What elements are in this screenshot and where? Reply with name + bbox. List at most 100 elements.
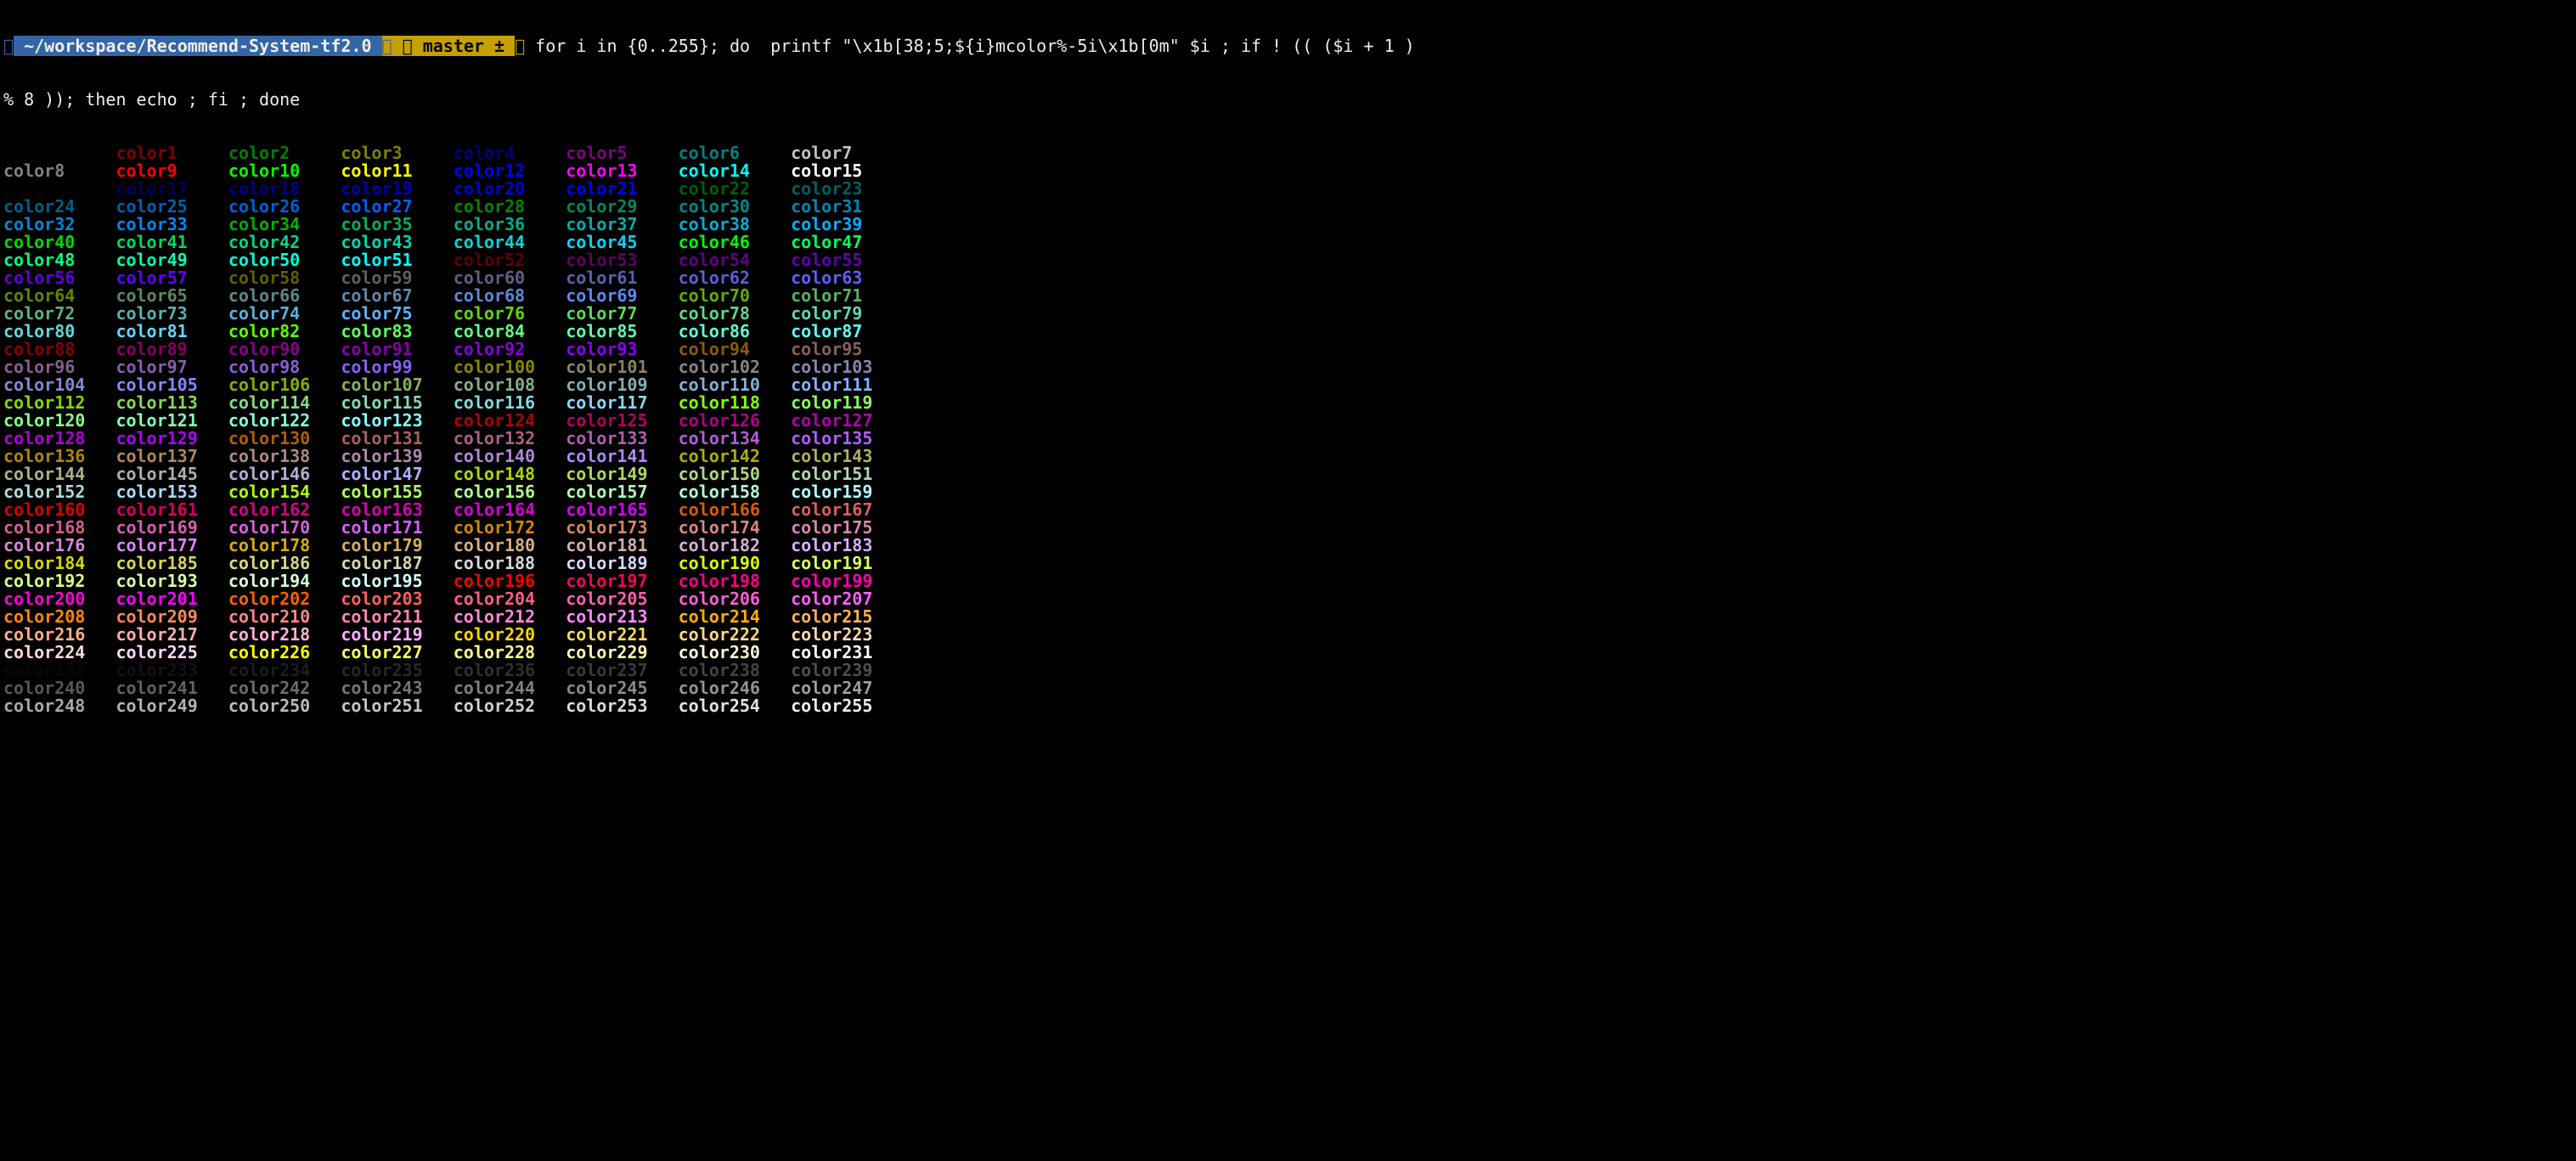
color-row: color208color209color210color211color212… — [3, 608, 2573, 626]
color-cell-183: color183 — [791, 537, 903, 555]
color-cell-170: color170 — [228, 519, 341, 537]
color-row: color128color129color130color131color132… — [3, 430, 2573, 448]
color-cell-54: color54 — [679, 251, 791, 269]
color-cell-232: color232 — [3, 662, 116, 679]
color-cell-131: color131 — [341, 430, 453, 448]
color-cell-117: color117 — [566, 394, 678, 412]
color-cell-148: color148 — [454, 465, 566, 483]
color-cell-79: color79 — [791, 305, 903, 323]
color-cell-154: color154 — [228, 483, 341, 501]
color-cell-250: color250 — [228, 697, 341, 715]
color-cell-32: color32 — [3, 216, 116, 234]
color-cell-135: color135 — [791, 430, 903, 448]
color-cell-37: color37 — [566, 216, 678, 234]
color-cell-28: color28 — [454, 198, 566, 216]
color-cell-165: color165 — [566, 501, 678, 519]
color-row: color0color1color2color3color4color5colo… — [3, 144, 2573, 162]
color-cell-13: color13 — [566, 162, 678, 180]
color-cell-229: color229 — [566, 644, 678, 662]
color-cell-53: color53 — [566, 251, 678, 269]
prompt-path: ~/workspace/Recommend-System-tf2.0 — [14, 36, 381, 56]
color-cell-152: color152 — [3, 483, 116, 501]
color-cell-137: color137 — [116, 448, 228, 465]
color-cell-108: color108 — [454, 376, 566, 394]
color-cell-1: color1 — [116, 144, 228, 162]
color-cell-243: color243 — [341, 679, 453, 697]
color-cell-208: color208 — [3, 608, 116, 626]
color-cell-56: color56 — [3, 269, 116, 287]
color-cell-47: color47 — [791, 234, 903, 251]
color-row: color104color105color106color107color108… — [3, 376, 2573, 394]
color-cell-123: color123 — [341, 412, 453, 430]
color-cell-89: color89 — [116, 341, 228, 358]
color-cell-101: color101 — [566, 358, 678, 376]
color-cell-119: color119 — [791, 394, 903, 412]
color-cell-8: color8 — [3, 162, 116, 180]
color-cell-157: color157 — [566, 483, 678, 501]
color-row: color56color57color58color59color60color… — [3, 269, 2573, 287]
color-cell-196: color196 — [454, 572, 566, 590]
color-cell-177: color177 — [116, 537, 228, 555]
color-cell-80: color80 — [3, 323, 116, 341]
color-cell-161: color161 — [116, 501, 228, 519]
color-cell-159: color159 — [791, 483, 903, 501]
color-cell-41: color41 — [116, 234, 228, 251]
color-cell-182: color182 — [679, 537, 791, 555]
color-cell-112: color112 — [3, 394, 116, 412]
color-cell-83: color83 — [341, 323, 453, 341]
color-cell-45: color45 — [566, 234, 678, 251]
color-cell-129: color129 — [116, 430, 228, 448]
color-cell-201: color201 — [116, 590, 228, 608]
color-cell-172: color172 — [454, 519, 566, 537]
color-cell-73: color73 — [116, 305, 228, 323]
color-cell-224: color224 — [3, 644, 116, 662]
color-cell-163: color163 — [341, 501, 453, 519]
color-cell-179: color179 — [341, 537, 453, 555]
color-cell-248: color248 — [3, 697, 116, 715]
color-grid: color0color1color2color3color4color5colo… — [3, 144, 2573, 715]
color-cell-190: color190 — [679, 555, 791, 572]
color-cell-175: color175 — [791, 519, 903, 537]
color-cell-203: color203 — [341, 590, 453, 608]
color-row: color112color113color114color115color116… — [3, 394, 2573, 412]
color-row: color48color49color50color51color52color… — [3, 251, 2573, 269]
color-cell-169: color169 — [116, 519, 228, 537]
color-cell-90: color90 — [228, 341, 341, 358]
color-cell-214: color214 — [679, 608, 791, 626]
color-cell-160: color160 — [3, 501, 116, 519]
color-cell-107: color107 — [341, 376, 453, 394]
color-cell-104: color104 — [3, 376, 116, 394]
color-row: color224color225color226color227color228… — [3, 644, 2573, 662]
color-cell-105: color105 — [116, 376, 228, 394]
color-cell-228: color228 — [454, 644, 566, 662]
color-cell-236: color236 — [454, 662, 566, 679]
color-cell-42: color42 — [228, 234, 341, 251]
color-cell-247: color247 — [791, 679, 903, 697]
color-cell-225: color225 — [116, 644, 228, 662]
color-cell-209: color209 — [116, 608, 228, 626]
terminal-output[interactable]:  ~/workspace/Recommend-System-tf2.0  ⎇… — [0, 0, 2576, 735]
color-cell-210: color210 — [228, 608, 341, 626]
color-row: color40color41color42color43color44color… — [3, 234, 2573, 251]
color-cell-106: color106 — [228, 376, 341, 394]
color-cell-186: color186 — [228, 555, 341, 572]
color-cell-254: color254 — [679, 697, 791, 715]
color-cell-231: color231 — [791, 644, 903, 662]
color-cell-191: color191 — [791, 555, 903, 572]
command-text-line-1: for i in {0..255}; do printf "\x1b[38;5;… — [525, 36, 1415, 56]
color-cell-166: color166 — [679, 501, 791, 519]
color-cell-111: color111 — [791, 376, 903, 394]
color-cell-17: color17 — [116, 180, 228, 198]
color-cell-171: color171 — [341, 519, 453, 537]
color-cell-146: color146 — [228, 465, 341, 483]
color-cell-128: color128 — [3, 430, 116, 448]
color-cell-36: color36 — [454, 216, 566, 234]
color-cell-156: color156 — [454, 483, 566, 501]
color-cell-58: color58 — [228, 269, 341, 287]
color-cell-234: color234 — [228, 662, 341, 679]
color-cell-99: color99 — [341, 358, 453, 376]
color-cell-151: color151 — [791, 465, 903, 483]
powerline-arrow-left-icon:  — [3, 36, 14, 56]
powerline-arrow-icon:  — [382, 36, 392, 56]
color-cell-82: color82 — [228, 323, 341, 341]
